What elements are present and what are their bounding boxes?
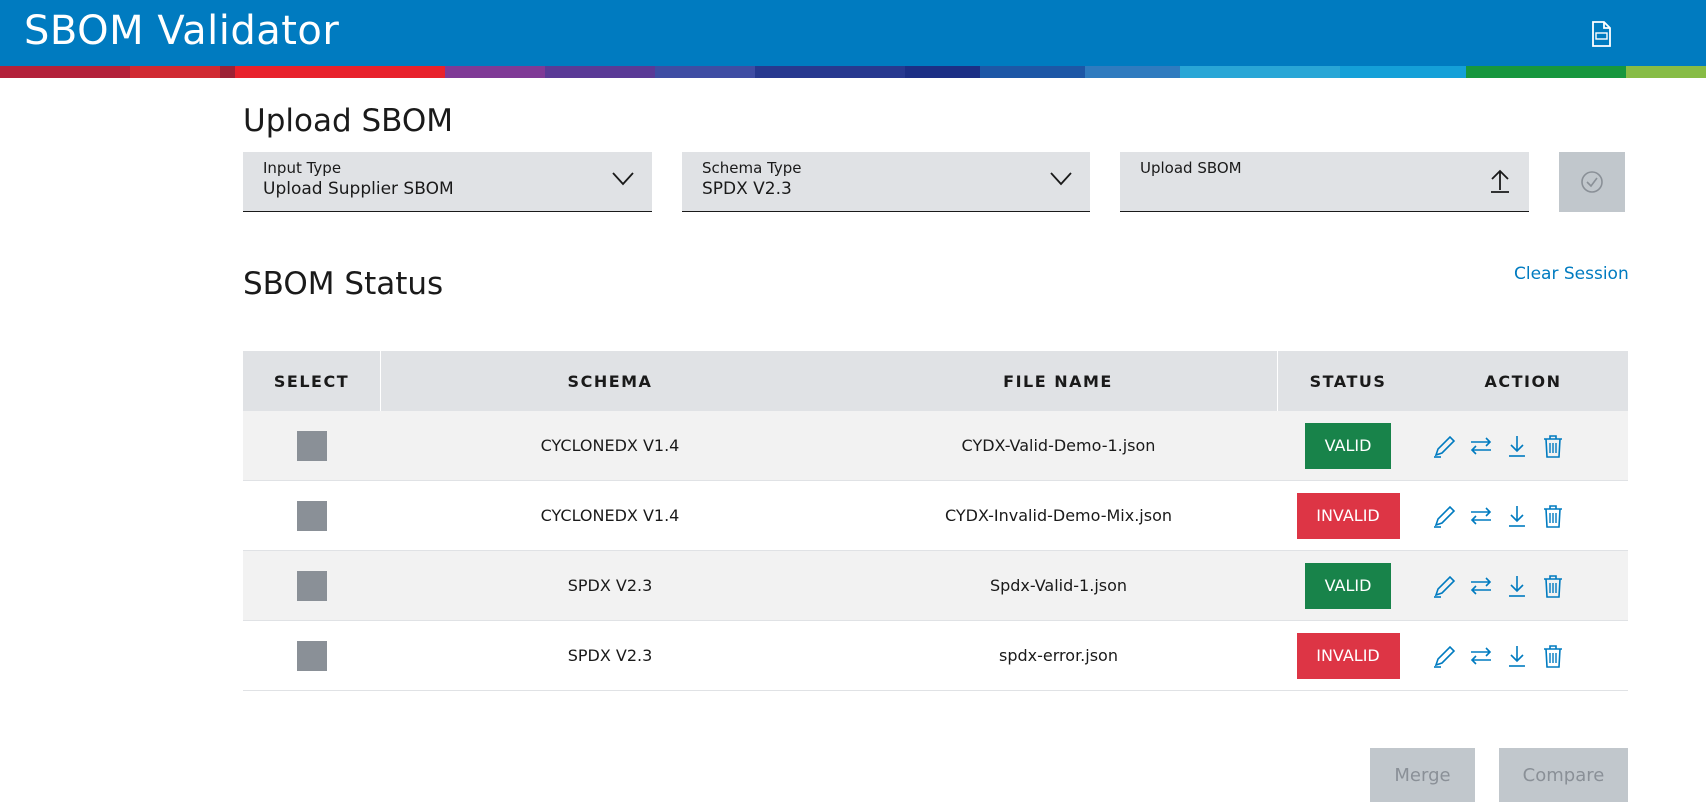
table-row: CYCLONEDX V1.4 CYDX-Invalid-Demo-Mix.jso…	[243, 481, 1628, 551]
status-cell: VALID	[1278, 411, 1418, 480]
download-icon[interactable]	[1504, 433, 1530, 459]
select-cell	[243, 551, 381, 620]
column-header-status: STATUS	[1309, 371, 1387, 391]
table-header: SELECT SCHEMA FILE NAME STATUS ACTION	[243, 351, 1628, 411]
trash-icon[interactable]	[1540, 503, 1566, 529]
schema-cell: CYCLONEDX V1.4	[540, 436, 680, 455]
download-icon[interactable]	[1504, 643, 1530, 669]
file-name-cell: CYDX-Invalid-Demo-Mix.json	[945, 506, 1172, 525]
schema-cell: CYCLONEDX V1.4	[540, 506, 680, 525]
status-cell: INVALID	[1278, 481, 1418, 550]
swap-icon[interactable]	[1468, 503, 1494, 529]
select-cell	[243, 481, 381, 550]
file-name-cell: CYDX-Valid-Demo-1.json	[961, 436, 1156, 455]
app-title: SBOM Validator	[24, 8, 340, 54]
clear-session-link[interactable]: Clear Session	[1514, 264, 1629, 284]
file-name-cell: spdx-error.json	[999, 646, 1118, 665]
table-row: SPDX V2.3 Spdx-Valid-1.json VALID	[243, 551, 1628, 621]
validate-button[interactable]	[1559, 152, 1625, 212]
action-cell	[1418, 621, 1628, 690]
status-badge: VALID	[1305, 562, 1391, 609]
schema-cell: SPDX V2.3	[567, 576, 653, 595]
trash-icon[interactable]	[1540, 643, 1566, 669]
select-cell	[243, 621, 381, 690]
download-icon[interactable]	[1504, 573, 1530, 599]
edit-icon[interactable]	[1432, 573, 1458, 599]
upload-icon	[1491, 169, 1509, 193]
column-header-file-name: FILE NAME	[839, 351, 1278, 411]
row-checkbox[interactable]	[297, 430, 327, 461]
upload-sbom-field[interactable]: Upload SBOM	[1120, 152, 1529, 212]
column-header-select: SELECT	[243, 351, 381, 411]
edit-icon[interactable]	[1432, 503, 1458, 529]
swap-icon[interactable]	[1468, 643, 1494, 669]
chevron-down-icon	[1050, 172, 1072, 186]
input-type-select[interactable]: Input Type Upload Supplier SBOM	[243, 152, 652, 212]
sbom-status-table: SELECT SCHEMA FILE NAME STATUS ACTION CY…	[243, 351, 1628, 691]
select-cell	[243, 411, 381, 480]
upload-section-title: Upload SBOM	[243, 103, 454, 139]
row-checkbox[interactable]	[297, 500, 327, 531]
trash-icon[interactable]	[1540, 433, 1566, 459]
download-icon[interactable]	[1504, 503, 1530, 529]
table-row: SPDX V2.3 spdx-error.json INVALID	[243, 621, 1628, 691]
schema-type-select[interactable]: Schema Type SPDX V2.3	[682, 152, 1090, 212]
status-cell: VALID	[1278, 551, 1418, 620]
document-icon[interactable]	[1588, 20, 1614, 48]
status-badge: INVALID	[1296, 492, 1400, 539]
action-cell	[1418, 551, 1628, 620]
status-cell: INVALID	[1278, 621, 1418, 690]
schema-type-value: SPDX V2.3	[702, 179, 792, 199]
column-header-action: ACTION	[1484, 371, 1562, 391]
app-header: SBOM Validator	[0, 0, 1706, 66]
input-type-label: Input Type	[263, 159, 342, 177]
table-row: CYCLONEDX V1.4 CYDX-Valid-Demo-1.json VA…	[243, 411, 1628, 481]
column-header-schema: SCHEMA	[567, 371, 653, 391]
trash-icon[interactable]	[1540, 573, 1566, 599]
edit-icon[interactable]	[1432, 643, 1458, 669]
compare-button[interactable]: Compare	[1499, 748, 1628, 802]
swap-icon[interactable]	[1468, 573, 1494, 599]
table-body: CYCLONEDX V1.4 CYDX-Valid-Demo-1.json VA…	[243, 411, 1628, 691]
upload-sbom-label: Upload SBOM	[1140, 159, 1242, 177]
input-type-value: Upload Supplier SBOM	[263, 179, 454, 199]
file-name-cell: Spdx-Valid-1.json	[989, 576, 1128, 595]
swap-icon[interactable]	[1468, 433, 1494, 459]
schema-type-label: Schema Type	[702, 159, 802, 177]
merge-button[interactable]: Merge	[1370, 748, 1475, 802]
status-badge: VALID	[1305, 422, 1391, 469]
chevron-down-icon	[612, 172, 634, 186]
action-cell	[1418, 481, 1628, 550]
action-cell	[1418, 411, 1628, 480]
edit-icon[interactable]	[1432, 433, 1458, 459]
check-circle-icon	[1581, 171, 1603, 193]
status-section-title: SBOM Status	[243, 266, 444, 302]
row-checkbox[interactable]	[297, 640, 327, 671]
schema-cell: SPDX V2.3	[567, 646, 653, 665]
status-badge: INVALID	[1296, 632, 1400, 679]
row-checkbox[interactable]	[297, 570, 327, 601]
brand-supergraphic	[0, 66, 1706, 78]
